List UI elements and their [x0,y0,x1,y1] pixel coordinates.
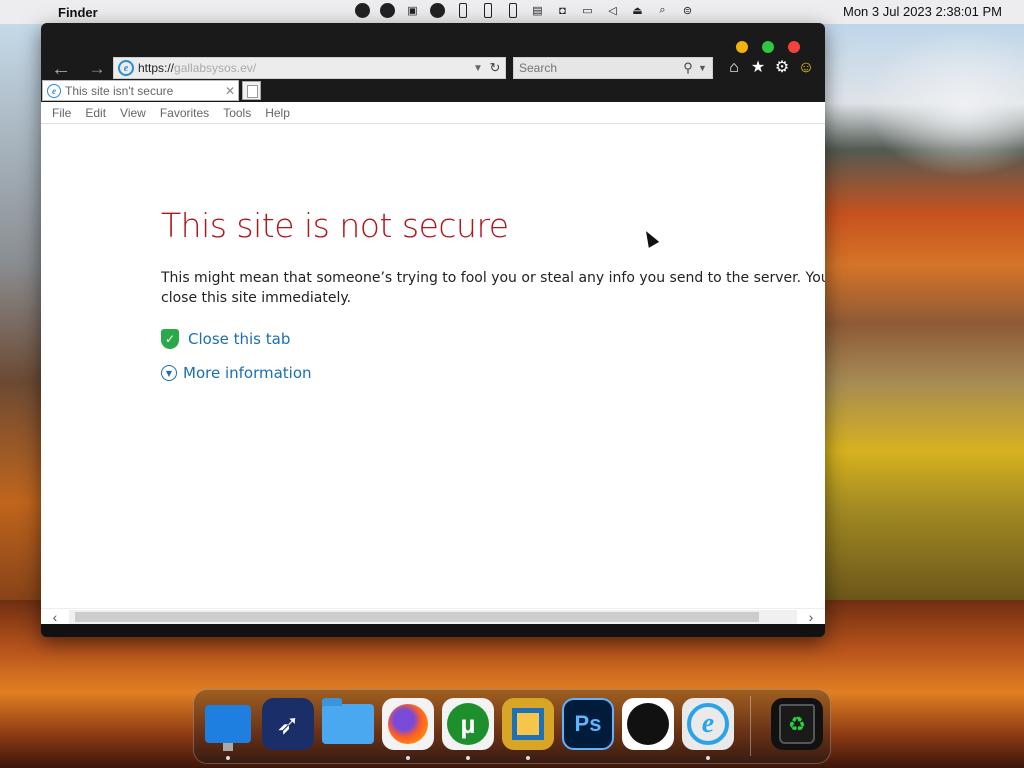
shield-check-icon: ✓ [161,329,179,349]
search-bar[interactable]: ⚲ ▼ [513,57,713,79]
browser-window: ← → e https://gallabsysos.ev/ ▼ ↻ ⚲ ▼ ⌂ … [41,23,825,637]
navigation-bar: ← → e https://gallabsysos.ev/ ▼ ↻ ⚲ ▼ ⌂ … [41,57,825,81]
dock-trash[interactable]: ♻ [771,698,823,750]
dock-firefox[interactable] [382,698,434,760]
close-tab-icon[interactable]: ✕ [222,84,238,98]
browser-menu-bar: File Edit View Favorites Tools Help [41,102,825,124]
back-arrow-icon[interactable]: ← [49,57,73,81]
display-icon[interactable]: ▭ [579,2,596,19]
close-this-tab-label: Close this tab [188,330,291,348]
refresh-icon[interactable]: ↻ [485,60,505,76]
new-tab-button[interactable] [242,81,261,100]
camera-icon[interactable]: ◘ [554,2,571,19]
close-this-tab-link[interactable]: ✓ Close this tab [161,329,290,349]
dock-files[interactable] [322,698,374,750]
menu-favorites[interactable]: Favorites [160,106,209,120]
menu-edit[interactable]: Edit [85,106,106,120]
ie-tab-icon: e [47,83,61,98]
dock-apple[interactable] [622,698,674,750]
home-icon[interactable]: ⌂ [725,59,743,77]
settings-gear-icon[interactable]: ⚙ [773,59,791,77]
running-indicator [466,756,470,760]
forward-arrow-icon[interactable]: → [85,57,109,81]
dock-utorrent[interactable]: µ [442,698,494,760]
ssd-icon[interactable] [479,2,496,19]
rocket-icon: ➶ [276,708,300,740]
photoshop-icon: Ps [574,711,602,736]
control-center-icon[interactable]: ⊜ [679,2,696,19]
error-description-line1: This might mean that someone’s trying to… [161,270,825,286]
status-icon-1[interactable] [354,2,371,19]
mute-icon[interactable]: ◁ [604,2,621,19]
dock-separator [750,696,751,756]
internet-explorer-icon: e [687,703,729,745]
eject-icon[interactable] [429,2,446,19]
utorrent-icon: µ [447,703,489,745]
error-title: This site is not secure [161,206,509,245]
menu-file[interactable]: File [52,106,71,120]
tab-label: This site isn't secure [65,83,174,98]
favorites-star-icon[interactable]: ★ [749,59,767,77]
eject-triangle-icon[interactable]: ⏏ [629,2,646,19]
folder-icon [322,698,374,744]
page-content: This site is not secure This might mean … [41,124,825,608]
sidebar-icon[interactable]: ▤ [529,2,546,19]
search-icon[interactable]: ⌕ [654,2,671,19]
desktop-wallpaper-right [824,22,1024,602]
dock-internet-explorer[interactable]: e [682,698,734,760]
memory-icon[interactable] [454,2,471,19]
ie-favicon-icon: e [118,60,134,76]
menu-help[interactable]: Help [265,106,290,120]
running-indicator [526,756,530,760]
cpu-icon[interactable] [504,2,521,19]
status-icon-2[interactable] [379,2,396,19]
error-description: This might mean that someone’s trying to… [161,268,825,308]
window-footer [41,624,825,637]
menu-tools[interactable]: Tools [223,106,251,120]
monitor-icon [205,705,251,751]
search-input[interactable] [514,61,678,75]
menu-bar: Finder ▣ ▤ ◘ ▭ ◁ ⏏ ⌕ ⊜ Mon 3 Jul 2023 2:… [0,0,1024,24]
scroll-right-icon[interactable]: › [797,609,825,625]
address-dropdown-icon[interactable]: ▼ [471,63,485,74]
mouse-cursor [640,228,660,248]
running-indicator [706,756,710,760]
scroll-track[interactable] [69,609,797,624]
tab-active[interactable]: e This site isn't secure ✕ [42,80,239,101]
running-indicator [406,756,410,760]
minimize-button[interactable] [736,41,748,53]
recycle-bin-icon: ♻ [779,704,815,744]
status-icons: ▣ ▤ ◘ ▭ ◁ ⏏ ⌕ ⊜ [354,2,696,19]
search-icon[interactable]: ⚲ [678,60,698,76]
address-bar[interactable]: e https://gallabsysos.ev/ ▼ ↻ [113,57,506,79]
address-text[interactable]: https://gallabsysos.ev/ [138,61,471,75]
more-information-label: More information [183,364,312,382]
scroll-left-icon[interactable]: ‹ [41,609,69,625]
more-information-link[interactable]: ▼ More information [161,364,312,382]
dock-photoshop[interactable]: Ps [562,698,614,750]
toolbar-icons: ⌂ ★ ⚙ ☺ [725,57,815,79]
window-controls [736,41,800,53]
dock: ➶ µ Ps e ♻ [193,689,831,764]
vmware-icon [512,708,544,740]
running-indicator [226,756,230,760]
dock-launchpad[interactable]: ➶ [262,698,314,750]
search-dropdown-icon[interactable]: ▼ [698,63,712,73]
dock-finder-screen[interactable] [202,698,254,760]
scroll-thumb[interactable] [75,611,759,622]
status-icon-3[interactable]: ▣ [404,2,421,19]
tab-bar: e This site isn't secure ✕ [41,80,825,102]
menubar-clock[interactable]: Mon 3 Jul 2023 2:38:01 PM [843,4,1002,19]
firefox-icon [388,704,428,744]
apple-logo-icon [627,703,669,745]
horizontal-scrollbar[interactable]: ‹ › [41,608,825,625]
menu-view[interactable]: View [120,106,146,120]
feedback-smiley-icon[interactable]: ☺ [797,59,815,77]
maximize-button[interactable] [762,41,774,53]
error-description-line2: close this site immediately. [161,290,352,306]
active-app-name[interactable]: Finder [58,5,98,20]
close-window-button[interactable] [788,41,800,53]
dock-vmware[interactable] [502,698,554,760]
chevron-down-icon: ▼ [161,365,177,381]
